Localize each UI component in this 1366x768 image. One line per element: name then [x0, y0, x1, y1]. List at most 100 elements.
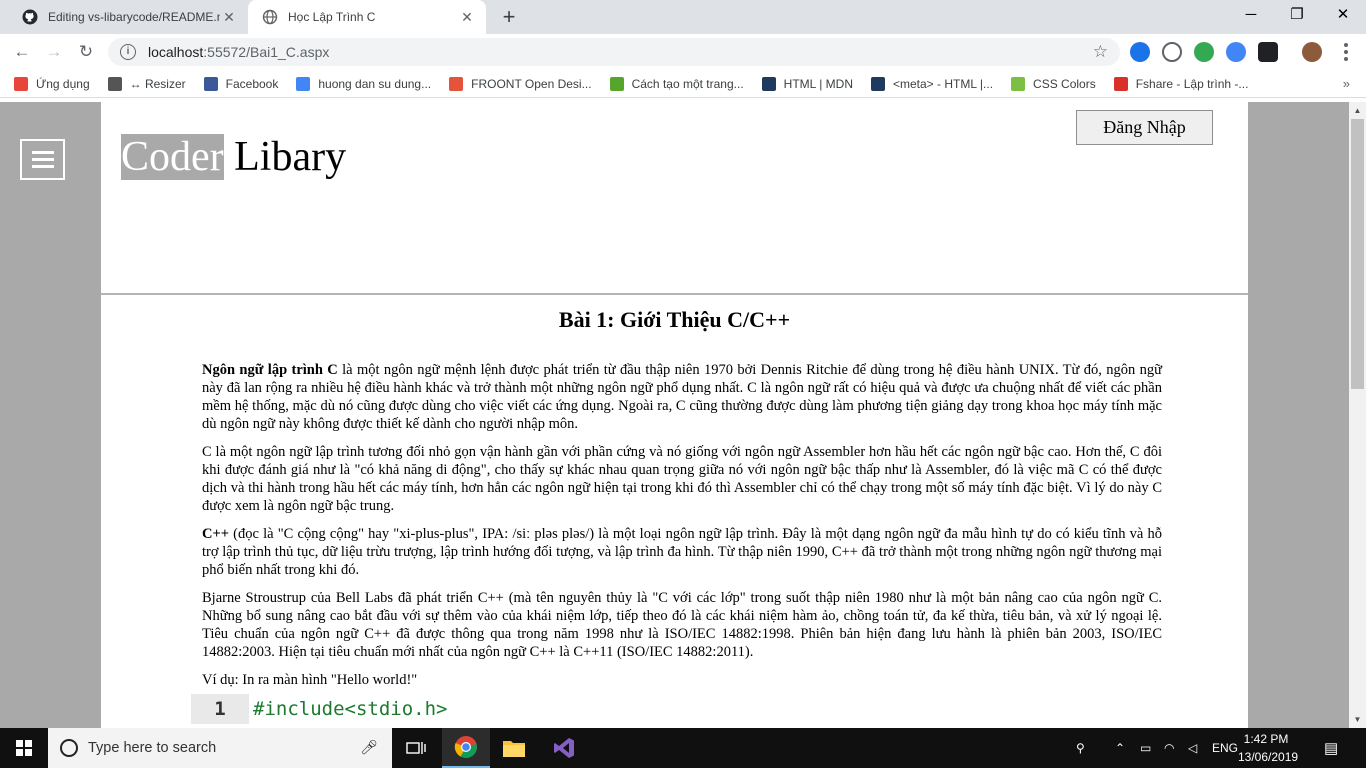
- lesson-content: Bài 1: Giới Thiệu C/C++ Ngôn ngữ lập trì…: [101, 307, 1248, 724]
- bookmark-label: <meta> - HTML |...: [893, 76, 994, 91]
- wifi-icon[interactable]: ◠: [1164, 728, 1174, 768]
- clock-date: 13/06/2019: [1238, 750, 1299, 764]
- code-line: #include<stdio.h>: [253, 698, 448, 720]
- profile-avatar[interactable]: [1302, 42, 1322, 62]
- bookmark-item[interactable]: Ứng dụng: [14, 76, 90, 91]
- address-bar[interactable]: i localhost:55572/Bai1_C.aspx ☆: [108, 38, 1120, 66]
- reload-icon[interactable]: ↻: [74, 40, 98, 64]
- fshare-icon: [1113, 76, 1128, 91]
- taskbar-search-box[interactable]: Type here to search 🎤︎: [48, 728, 392, 768]
- bookmark-item[interactable]: HTML | MDN: [761, 76, 853, 91]
- bookmark-item[interactable]: Fshare - Lập trình -...: [1113, 76, 1249, 91]
- url-host: localhost: [148, 44, 204, 60]
- tab-strip: Editing vs-libarycode/README.m ✕ Học Lập…: [0, 0, 1366, 34]
- bookmark-label: huong dan su dung...: [318, 76, 432, 91]
- bookmark-item[interactable]: Cách tạo một trang...: [609, 76, 744, 91]
- facebook-icon: [203, 76, 218, 91]
- bookmark-label: HTML | MDN: [783, 76, 853, 91]
- maximize-button[interactable]: ❐: [1274, 0, 1320, 30]
- bookmark-item[interactable]: huong dan su dung...: [296, 76, 432, 91]
- site-header: Coder Libary Đăng Nhập: [101, 102, 1248, 295]
- bookmark-item[interactable]: FROONT Open Desi...: [449, 76, 592, 91]
- chrome-menu-icon[interactable]: [1336, 40, 1356, 64]
- start-button[interactable]: [0, 728, 48, 768]
- task-view-icon[interactable]: [392, 728, 440, 768]
- bookmark-star-icon[interactable]: ☆: [1093, 42, 1108, 62]
- google-icon: [296, 76, 311, 91]
- extension-r-icon[interactable]: [1226, 42, 1246, 62]
- bookmark-item[interactable]: ↔ Resizer: [107, 76, 186, 91]
- tab-title: Editing vs-libarycode/README.m: [48, 10, 220, 24]
- lesson-title: Bài 1: Giới Thiệu C/C++: [558, 307, 791, 332]
- extension-globe-icon[interactable]: [1194, 42, 1214, 62]
- microphone-icon[interactable]: 🎤︎: [360, 739, 378, 756]
- minimize-button[interactable]: ─: [1228, 0, 1274, 30]
- clock-time: 1:42 PM: [1243, 732, 1289, 746]
- extension-refresh-icon[interactable]: [1162, 42, 1182, 62]
- bookmark-label: ↔ Resizer: [129, 76, 186, 91]
- site-logo[interactable]: Coder Libary: [121, 134, 346, 180]
- paragraph-text: C là một ngôn ngữ lập trình tương đối nh…: [202, 444, 1162, 514]
- github-icon: [22, 9, 38, 25]
- clock[interactable]: 1:42 PM 13/06/2019: [1238, 730, 1299, 766]
- bookmark-label: CSS Colors: [1033, 76, 1096, 91]
- battery-icon[interactable]: ▭: [1140, 728, 1151, 768]
- tab-hoc-lap-trinh-c[interactable]: Học Lập Trình C ✕: [248, 0, 486, 34]
- paragraph-text: là một ngôn ngữ mệnh lệnh được phát triể…: [202, 362, 1162, 432]
- bookmark-item[interactable]: Facebook: [203, 76, 279, 91]
- example-label: Ví dụ: In ra màn hình "Hello world!": [202, 672, 418, 688]
- mdn-icon: [761, 76, 776, 91]
- browser-toolbar: ← → ↻ i localhost:55572/Bai1_C.aspx ☆: [0, 34, 1366, 70]
- globe-icon: [262, 9, 278, 25]
- bookmark-label: Facebook: [225, 76, 279, 91]
- page-scrollbar[interactable]: ▲ ▼: [1349, 102, 1366, 728]
- file-explorer-icon[interactable]: [490, 728, 538, 768]
- visual-studio-icon[interactable]: [540, 728, 588, 768]
- search-placeholder: Type here to search: [88, 740, 217, 756]
- tray-chevron-icon[interactable]: ⌃: [1115, 728, 1125, 768]
- info-icon[interactable]: i: [120, 44, 136, 60]
- chrome-taskbar-icon[interactable]: [442, 728, 490, 768]
- logo-coder: Coder: [121, 134, 224, 180]
- scrollbar-thumb[interactable]: [1351, 119, 1364, 389]
- code-block: 1 #include<stdio.h>: [191, 694, 1248, 724]
- close-tab-icon[interactable]: ✕: [458, 8, 476, 26]
- bookmark-label: Fshare - Lập trình -...: [1135, 76, 1249, 91]
- extension-incognito-icon[interactable]: [1258, 42, 1278, 62]
- lesson-paragraph: Ngôn ngữ lập trình C là một ngôn ngữ mện…: [202, 361, 1162, 433]
- windows-logo-icon: [16, 740, 32, 756]
- w-icon: [609, 76, 624, 91]
- bookmark-label: Ứng dụng: [36, 76, 90, 91]
- paragraph-text: Bjarne Stroustrup của Bell Labs đã phát …: [202, 590, 1162, 660]
- logo-libary: Libary: [223, 134, 347, 180]
- people-icon[interactable]: ⚲: [1076, 728, 1085, 768]
- lesson-paragraph: C là một ngôn ngữ lập trình tương đối nh…: [202, 443, 1162, 515]
- paragraph-bold-term: Ngôn ngữ lập trình C: [202, 362, 338, 378]
- tab-github-readme[interactable]: Editing vs-libarycode/README.m ✕: [8, 0, 248, 34]
- back-icon[interactable]: ←: [10, 40, 34, 64]
- paragraph-text: (đọc là "C cộng cộng" hay "xi-plus-plus"…: [202, 526, 1162, 578]
- page-container: Coder Libary Đăng Nhập Bài 1: Giới Thiệu…: [101, 102, 1248, 728]
- code-line-number: 1: [191, 694, 249, 724]
- scroll-down-icon[interactable]: ▼: [1349, 711, 1366, 728]
- forward-icon[interactable]: →: [42, 40, 66, 64]
- bookmarks-bar: Ứng dụng ↔ Resizer Facebook huong dan su du…: [0, 70, 1366, 98]
- close-tab-icon[interactable]: ✕: [220, 8, 238, 26]
- close-window-button[interactable]: ✕: [1320, 0, 1366, 30]
- language-indicator[interactable]: ENG: [1212, 728, 1238, 768]
- volume-icon[interactable]: ◁: [1188, 728, 1197, 768]
- bookmarks-overflow-icon[interactable]: »: [1343, 76, 1350, 91]
- bookmark-label: FROONT Open Desi...: [471, 76, 592, 91]
- new-tab-button[interactable]: +: [496, 5, 522, 29]
- login-button[interactable]: Đăng Nhập: [1076, 110, 1213, 145]
- extension-blue-icon[interactable]: [1130, 42, 1150, 62]
- bookmark-item[interactable]: CSS Colors: [1011, 76, 1096, 91]
- paragraph-bold-term: C++: [202, 526, 229, 542]
- bookmark-item[interactable]: <meta> - HTML |...: [871, 76, 994, 91]
- lesson-paragraph: Bjarne Stroustrup của Bell Labs đã phát …: [202, 589, 1162, 661]
- hamburger-menu-icon[interactable]: [20, 139, 65, 180]
- notifications-icon[interactable]: ▤: [1324, 728, 1338, 768]
- tab-title: Học Lập Trình C: [288, 10, 376, 24]
- mdn-icon: [871, 76, 885, 91]
- scroll-up-icon[interactable]: ▲: [1349, 102, 1366, 119]
